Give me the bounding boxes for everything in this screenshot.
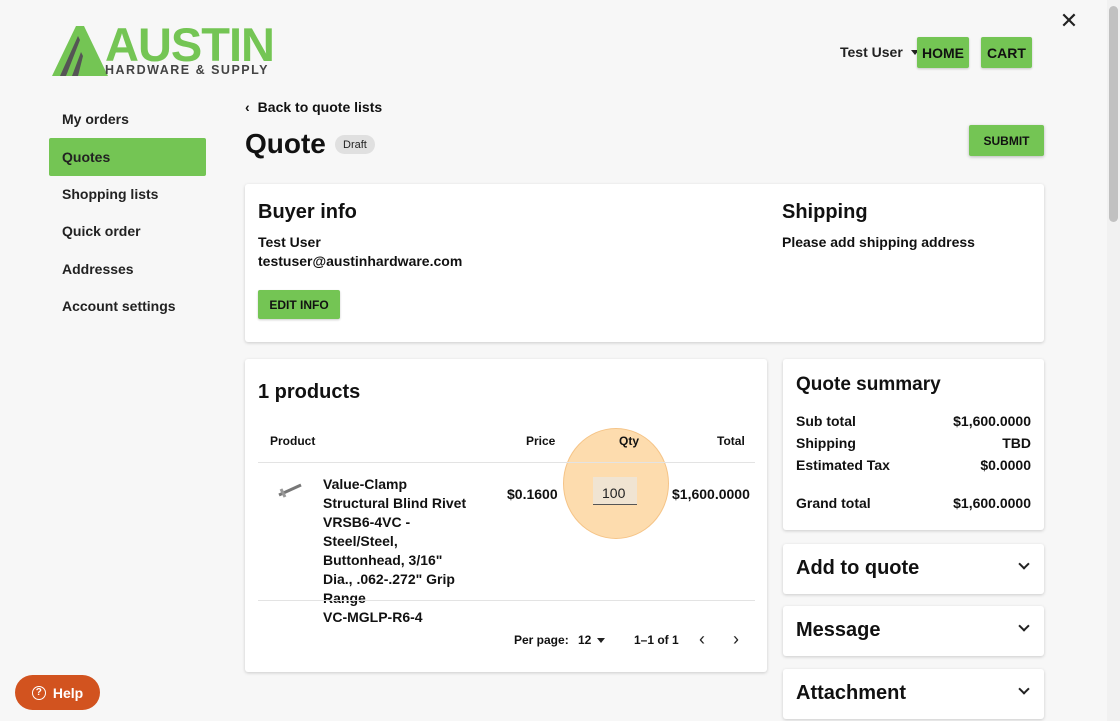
sidebar-item-addresses[interactable]: Addresses <box>49 250 206 288</box>
qty-input[interactable] <box>593 477 637 505</box>
accordion-label: Add to quote <box>796 557 920 579</box>
sidebar-item-quotes[interactable]: Quotes <box>49 138 206 176</box>
product-thumbnail[interactable] <box>275 479 307 504</box>
summary-heading: Quote summary <box>796 374 941 395</box>
shipping-text: Please add shipping address <box>782 234 975 250</box>
tax-value: $0.0000 <box>980 457 1031 473</box>
help-button[interactable]: ? Help <box>15 675 100 710</box>
grand-total-label: Grand total <box>796 495 871 511</box>
back-link-label: Back to quote lists <box>257 99 383 115</box>
user-name: Test User <box>840 44 903 60</box>
grand-total-value: $1,600.0000 <box>953 495 1031 511</box>
shipping-value: TBD <box>1002 435 1031 451</box>
chevron-down-icon <box>1018 558 1030 570</box>
accordion-label: Message <box>796 619 881 641</box>
logo-mark-icon <box>52 26 108 76</box>
sidebar-item-my-orders[interactable]: My orders <box>49 100 206 138</box>
chevron-left-icon: ‹ <box>245 99 250 115</box>
product-name: Value-Clamp Structural Blind Rivet VRSB6… <box>323 476 467 606</box>
add-to-quote-accordion[interactable]: Add to quote <box>783 544 1044 594</box>
accordion-label: Attachment <box>796 682 907 704</box>
submit-button[interactable]: SUBMIT <box>969 125 1044 156</box>
column-header-total: Total <box>717 434 745 448</box>
product-price: $0.1600 <box>507 486 558 502</box>
sidebar-item-shopping-lists[interactable]: Shopping lists <box>49 175 206 213</box>
product-total: $1,600.0000 <box>672 486 750 502</box>
column-header-price: Price <box>526 434 556 448</box>
page-title: Quote <box>245 128 326 159</box>
caret-down-icon <box>597 638 606 644</box>
scrollbar-thumb[interactable] <box>1109 6 1118 222</box>
products-card: 1 products Product Price Qty Total Value… <box>245 359 767 672</box>
tax-label: Estimated Tax <box>796 457 890 473</box>
products-heading: 1 products <box>258 381 361 403</box>
close-icon[interactable]: ✕ <box>1058 10 1080 32</box>
message-accordion[interactable]: Message <box>783 606 1044 656</box>
sidebar-item-account-settings[interactable]: Account settings <box>49 287 206 325</box>
status-badge: Draft <box>335 135 375 154</box>
question-icon: ? <box>31 685 46 700</box>
cart-button[interactable]: CART <box>981 37 1032 68</box>
shipping-heading: Shipping <box>782 201 868 223</box>
shipping-label: Shipping <box>796 435 856 451</box>
buyer-heading: Buyer info <box>258 201 357 223</box>
column-header-product: Product <box>270 434 316 448</box>
sidebar-item-quick-order[interactable]: Quick order <box>49 212 206 250</box>
user-menu[interactable]: Test User <box>840 44 919 60</box>
buyer-email: testuser@austinhardware.com <box>258 253 463 269</box>
brand-logo[interactable]: AUSTIN HARDWARE & SUPPLY <box>50 20 290 78</box>
next-page-icon[interactable]: › <box>733 629 747 649</box>
quote-summary-card: Quote summary Sub total $1,600.0000 Ship… <box>783 359 1044 530</box>
help-label: Help <box>52 684 84 701</box>
subtotal-value: $1,600.0000 <box>953 413 1031 429</box>
per-page-label: Per page: <box>514 633 569 647</box>
brand-tagline: HARDWARE & SUPPLY <box>105 63 269 77</box>
buyer-card: Buyer info Test User testuser@austinhard… <box>245 184 1044 342</box>
attachment-accordion[interactable]: Attachment <box>783 669 1044 719</box>
back-link[interactable]: ‹ Back to quote lists <box>245 99 382 115</box>
divider <box>258 462 755 463</box>
chevron-down-icon <box>1018 620 1030 632</box>
per-page-value: 12 <box>578 633 592 647</box>
product-name-link[interactable]: Value-Clamp Structural Blind Rivet VRSB6… <box>323 475 473 627</box>
chevron-down-icon <box>1018 683 1030 695</box>
buyer-name: Test User <box>258 234 321 250</box>
home-button[interactable]: HOME <box>917 37 969 68</box>
column-header-qty: Qty <box>619 434 640 448</box>
subtotal-label: Sub total <box>796 413 856 429</box>
per-page-select[interactable]: 12 <box>578 633 606 647</box>
prev-page-icon[interactable]: ‹ <box>699 629 713 649</box>
rivet-icon <box>278 483 302 498</box>
edit-info-button[interactable]: EDIT INFO <box>258 290 340 319</box>
divider <box>258 600 755 601</box>
page-range: 1–1 of 1 <box>634 633 679 647</box>
product-sku: VC-MGLP-R6-4 <box>323 609 423 625</box>
